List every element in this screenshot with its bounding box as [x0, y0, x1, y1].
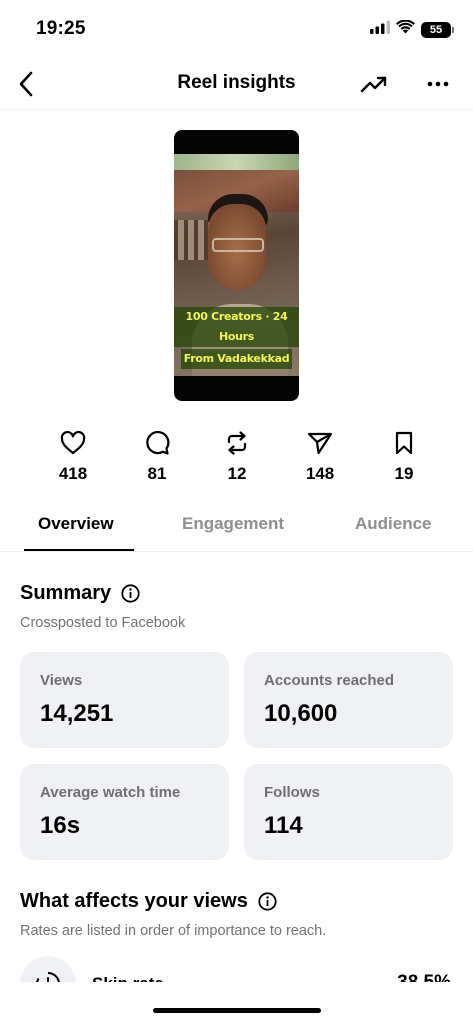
tab-overview[interactable]: Overview — [38, 514, 114, 534]
signal-icon — [370, 20, 390, 39]
card-views-value: 14,251 — [40, 700, 114, 727]
bottom-bar — [0, 982, 473, 1024]
card-average-watch-time[interactable]: Average watch time 16s — [20, 764, 229, 860]
reel-caption-line-2: From Vadakekkad — [180, 349, 293, 369]
card-accounts-reached-label: Accounts reached — [264, 672, 395, 689]
stat-reposts[interactable]: 12 — [202, 428, 272, 484]
info-icon[interactable] — [121, 584, 140, 603]
summary-heading: Summary — [20, 582, 140, 605]
reel-caption-line-1: 100 Creators · 24 Hours — [174, 307, 299, 347]
info-icon[interactable] — [258, 892, 277, 911]
affects-title: What affects your views — [20, 890, 248, 912]
nav-bar: Reel insights — [0, 58, 473, 110]
card-follows[interactable]: Follows 114 — [244, 764, 453, 860]
summary-subtitle: Crossposted to Facebook — [20, 615, 186, 631]
page-title: Reel insights — [177, 72, 296, 93]
bookmark-icon — [390, 428, 418, 458]
card-average-watch-time-label: Average watch time — [40, 784, 181, 801]
card-views-label: Views — [40, 672, 83, 689]
home-indicator[interactable] — [153, 1008, 321, 1013]
stat-saves[interactable]: 19 — [369, 428, 439, 484]
insights-tabs: Overview Engagement Audience — [0, 500, 473, 552]
repost-icon — [223, 428, 251, 458]
stat-likes-value: 418 — [58, 464, 88, 483]
affects-heading: What affects your views — [20, 890, 277, 913]
more-icon — [427, 81, 449, 87]
stat-comments-value: 81 — [147, 464, 167, 483]
share-icon — [306, 428, 334, 458]
stat-likes[interactable]: 418 — [38, 428, 108, 484]
stat-reposts-value: 12 — [227, 464, 247, 483]
stat-saves-value: 19 — [394, 464, 414, 483]
status-bar: 19:25 55 — [0, 0, 473, 58]
status-time: 19:25 — [36, 18, 86, 39]
reel-photo: 100 Creators · 24 Hours From Vadakekkad — [174, 154, 299, 376]
stat-shares[interactable]: 148 — [285, 428, 355, 484]
card-average-watch-time-value: 16s — [40, 812, 81, 839]
stat-comments[interactable]: 81 — [122, 428, 192, 484]
stat-shares-value: 148 — [305, 464, 335, 483]
heart-icon — [59, 428, 87, 458]
active-tab-indicator — [24, 549, 134, 551]
battery-icon: 55 — [421, 21, 454, 38]
status-icons: 55 — [370, 19, 454, 39]
tab-engagement[interactable]: Engagement — [182, 514, 284, 534]
more-options-button[interactable] — [423, 70, 453, 98]
card-accounts-reached-value: 10,600 — [264, 700, 338, 727]
trending-icon — [360, 76, 387, 93]
engagement-stats: 418 81 12 148 19 — [0, 428, 473, 490]
card-follows-label: Follows — [264, 784, 320, 801]
reel-caption: 100 Creators · 24 Hours From Vadakekkad — [174, 306, 299, 370]
card-views[interactable]: Views 14,251 — [20, 652, 229, 748]
tab-audience[interactable]: Audience — [355, 514, 432, 534]
wifi-icon — [396, 19, 415, 39]
reel-thumbnail[interactable]: 100 Creators · 24 Hours From Vadakekkad — [174, 130, 299, 401]
summary-title: Summary — [20, 582, 112, 604]
comment-icon — [143, 428, 171, 458]
trending-button[interactable] — [359, 70, 389, 98]
affects-subtitle: Rates are listed in order of importance … — [20, 923, 327, 939]
card-follows-value: 114 — [264, 812, 303, 839]
card-accounts-reached[interactable]: Accounts reached 10,600 — [244, 652, 453, 748]
